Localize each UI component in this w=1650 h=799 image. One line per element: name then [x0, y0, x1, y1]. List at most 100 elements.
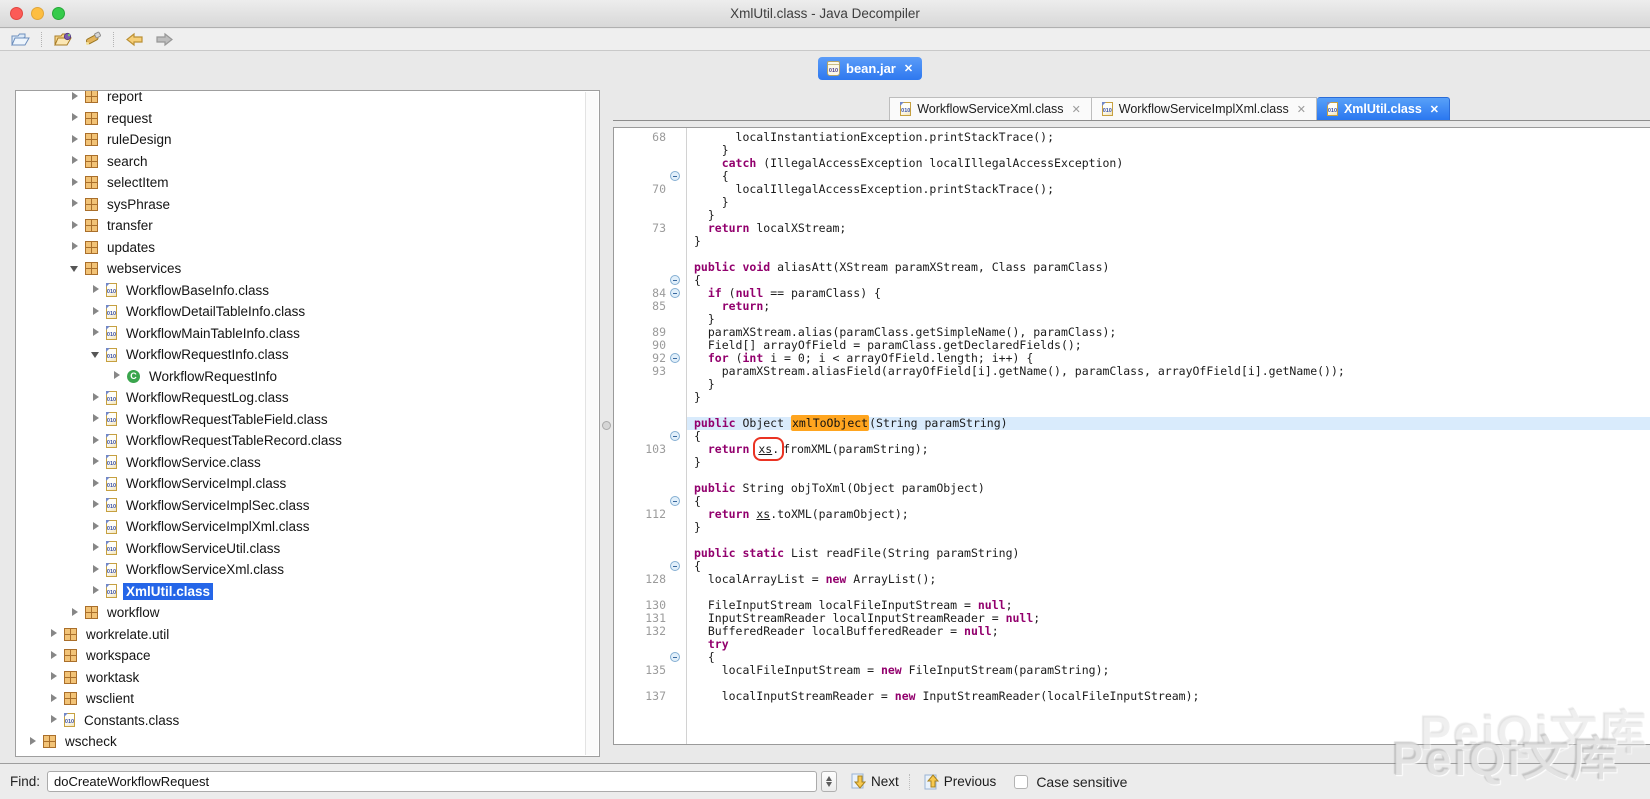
tree-item-workspace[interactable]: workspace [16, 645, 585, 667]
find-next-button[interactable]: Next [871, 774, 899, 789]
expand-arrow-icon[interactable] [91, 457, 101, 467]
expand-arrow-icon[interactable] [91, 285, 101, 295]
tree-scrollbar[interactable] [585, 92, 598, 755]
collapse-fold-icon[interactable] [670, 496, 680, 506]
expand-arrow-icon[interactable] [70, 92, 80, 102]
jar-file-tab[interactable]: 010 bean.jar ✕ [818, 57, 922, 80]
code-text: return xs.toXML(paramObject); [687, 508, 1650, 521]
tree-item-webservices[interactable]: webservices [16, 258, 585, 280]
tree-item-search[interactable]: search [16, 151, 585, 173]
close-icon[interactable]: ✕ [1297, 103, 1306, 116]
find-previous-button[interactable]: Previous [944, 774, 997, 789]
tree-item-workflowrequestinfo[interactable]: CWorkflowRequestInfo [16, 366, 585, 388]
code-line: public Object xmlToObject(String paramSt… [614, 417, 1650, 430]
expand-arrow-icon[interactable] [91, 586, 101, 596]
expand-arrow-icon[interactable] [49, 715, 59, 725]
editor-tab-xmlutil-class[interactable]: 010XmlUtil.class✕ [1317, 97, 1450, 120]
expand-arrow-icon[interactable] [91, 565, 101, 575]
expand-arrow-icon[interactable] [112, 371, 122, 381]
code-line: } [614, 521, 1650, 534]
editor-tab-workflowservicexml-class[interactable]: 010WorkflowServiceXml.class✕ [889, 97, 1092, 120]
editor-tab-workflowserviceimplxml-class[interactable]: 010WorkflowServiceImplXml.class✕ [1092, 97, 1317, 120]
collapse-fold-icon[interactable] [670, 652, 680, 662]
tree-item-workflowmaintableinfo-class[interactable]: 010WorkflowMainTableInfo.class [16, 323, 585, 345]
close-icon[interactable]: ✕ [904, 62, 913, 75]
find-input[interactable] [47, 771, 817, 792]
open-all-types-button[interactable] [53, 31, 73, 48]
tree-item-constants-class[interactable]: 010Constants.class [16, 710, 585, 732]
tree-item-updates[interactable]: updates [16, 237, 585, 259]
find-history-stepper[interactable] [821, 771, 837, 792]
expand-arrow-icon[interactable] [49, 651, 59, 661]
expand-arrow-icon[interactable] [91, 328, 101, 338]
expand-arrow-icon[interactable] [70, 135, 80, 145]
expand-arrow-icon[interactable] [91, 414, 101, 424]
expand-arrow-icon[interactable] [70, 156, 80, 166]
forward-button[interactable] [154, 31, 174, 48]
field-link[interactable]: xs [756, 507, 770, 521]
tree-item-workflowserviceutil-class[interactable]: 010WorkflowServiceUtil.class [16, 538, 585, 560]
search-button[interactable] [82, 31, 102, 48]
tree-item-transfer[interactable]: transfer [16, 215, 585, 237]
find-next-icon[interactable] [851, 773, 867, 790]
open-file-button[interactable] [10, 31, 30, 48]
collapse-fold-icon[interactable] [670, 275, 680, 285]
expand-arrow-icon[interactable] [49, 694, 59, 704]
expand-arrow-icon[interactable] [91, 479, 101, 489]
collapse-arrow-icon[interactable] [91, 350, 101, 360]
find-previous-icon[interactable] [924, 773, 940, 790]
tree-item-workrelate-util[interactable]: workrelate.util [16, 624, 585, 646]
tree-item-wsclient[interactable]: wsclient [16, 688, 585, 710]
expand-arrow-icon[interactable] [70, 242, 80, 252]
tree-item-workflowrequestlog-class[interactable]: 010WorkflowRequestLog.class [16, 387, 585, 409]
expand-arrow-icon[interactable] [91, 307, 101, 317]
expand-arrow-icon[interactable] [70, 113, 80, 123]
expand-arrow-icon[interactable] [91, 500, 101, 510]
expand-arrow-icon[interactable] [28, 737, 38, 747]
tree-item-workflowservice-class[interactable]: 010WorkflowService.class [16, 452, 585, 474]
tree-item-label: WorkflowRequestInfo.class [123, 346, 292, 363]
line-number: 137 [614, 690, 666, 703]
tree-item-workflowservicexml-class[interactable]: 010WorkflowServiceXml.class [16, 559, 585, 581]
tree-item-selectitem[interactable]: selectItem [16, 172, 585, 194]
forward-icon [154, 32, 174, 47]
collapse-fold-icon[interactable] [670, 353, 680, 363]
tree-item-workflowrequesttablerecord-class[interactable]: 010WorkflowRequestTableRecord.class [16, 430, 585, 452]
collapse-fold-icon[interactable] [670, 431, 680, 441]
collapse-arrow-icon[interactable] [70, 264, 80, 274]
tree-item-request[interactable]: request [16, 108, 585, 130]
tree-item-workflowbaseinfo-class[interactable]: 010WorkflowBaseInfo.class [16, 280, 585, 302]
expand-arrow-icon[interactable] [91, 543, 101, 553]
tree-item-workflowdetailtableinfo-class[interactable]: 010WorkflowDetailTableInfo.class [16, 301, 585, 323]
tree-item-workflowserviceimplxml-class[interactable]: 010WorkflowServiceImplXml.class [16, 516, 585, 538]
code-text: } [687, 235, 1650, 248]
tree-item-report[interactable]: report [16, 90, 585, 108]
expand-arrow-icon[interactable] [91, 436, 101, 446]
tree-item-workflowserviceimpl-class[interactable]: 010WorkflowServiceImpl.class [16, 473, 585, 495]
collapse-fold-icon[interactable] [670, 561, 680, 571]
close-icon[interactable]: ✕ [1072, 103, 1081, 116]
close-icon[interactable]: ✕ [1430, 103, 1439, 116]
tree-item-workflowrequesttablefield-class[interactable]: 010WorkflowRequestTableField.class [16, 409, 585, 431]
expand-arrow-icon[interactable] [91, 393, 101, 403]
collapse-fold-icon[interactable] [670, 288, 680, 298]
tree-item-sysphrase[interactable]: sysPhrase [16, 194, 585, 216]
tree-item-xmlutil-class[interactable]: 010XmlUtil.class [16, 581, 585, 603]
tree-item-workflowserviceimplsec-class[interactable]: 010WorkflowServiceImplSec.class [16, 495, 585, 517]
tree-item-worktask[interactable]: worktask [16, 667, 585, 689]
tree-item-wscheck[interactable]: wscheck [16, 731, 585, 753]
expand-arrow-icon[interactable] [49, 672, 59, 682]
expand-arrow-icon[interactable] [70, 199, 80, 209]
expand-arrow-icon[interactable] [49, 629, 59, 639]
expand-arrow-icon[interactable] [70, 221, 80, 231]
back-button[interactable] [125, 31, 145, 48]
tree-item-workflow[interactable]: workflow [16, 602, 585, 624]
collapse-fold-icon[interactable] [670, 171, 680, 181]
case-sensitive-checkbox[interactable] [1014, 775, 1028, 789]
tree-item-ruledesign[interactable]: ruleDesign [16, 129, 585, 151]
expand-arrow-icon[interactable] [91, 522, 101, 532]
expand-arrow-icon[interactable] [70, 608, 80, 618]
tree-item-workflowrequestinfo-class[interactable]: 010WorkflowRequestInfo.class [16, 344, 585, 366]
expand-arrow-icon[interactable] [70, 178, 80, 188]
splitter-handle[interactable] [602, 421, 611, 430]
